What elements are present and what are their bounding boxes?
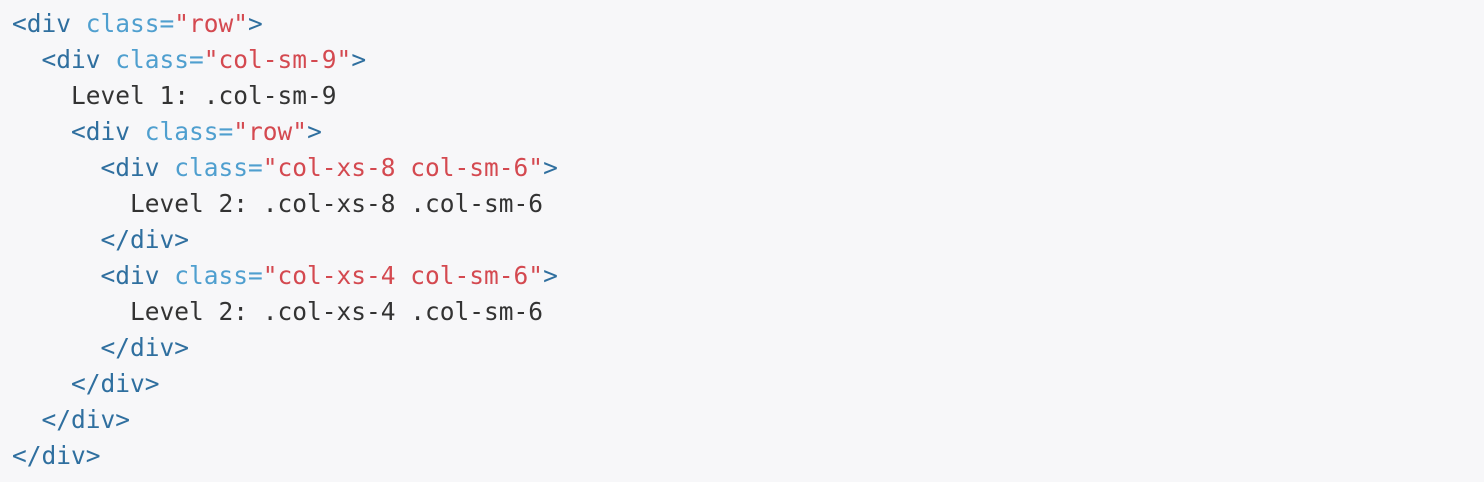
code-tag-token: <div (12, 9, 86, 38)
code-string-token: "row" (174, 9, 249, 38)
code-string-token: "col-sm-9" (203, 45, 352, 74)
code-line: Level 2: .col-xs-4 .col-sm-6 (12, 294, 1484, 330)
code-tag-token: > (543, 153, 558, 182)
code-tag-token: <div (41, 45, 116, 74)
code-tag-token: </div> (100, 333, 190, 362)
code-text-token: Level 1: .col-sm-9 (71, 81, 337, 110)
code-tag-token: > (248, 9, 263, 38)
code-line: Level 2: .col-xs-8 .col-sm-6 (12, 186, 1484, 222)
code-tag-token: <div (100, 261, 175, 290)
code-line: Level 1: .col-sm-9 (12, 78, 1484, 114)
code-snippet: <div class="row"> <div class="col-sm-9">… (0, 0, 1484, 482)
code-line: </div> (12, 438, 1484, 474)
code-tag-token: </div> (100, 225, 190, 254)
code-attribute-token: class= (174, 153, 263, 182)
code-text-token: Level 2: .col-xs-8 .col-sm-6 (130, 189, 544, 218)
code-tag-token: > (351, 45, 367, 74)
code-line: </div> (12, 402, 1484, 438)
code-attribute-token: class= (144, 117, 234, 146)
code-string-token: "col-xs-4 col-sm-6" (262, 261, 544, 290)
code-attribute-token: class= (85, 9, 175, 38)
code-line: <div class="col-xs-8 col-sm-6"> (12, 150, 1484, 186)
code-tag-token: </div> (71, 369, 160, 398)
code-tag-token: </div> (41, 405, 131, 434)
code-tag-token: </div> (12, 441, 101, 470)
code-tag-token: <div (100, 153, 175, 182)
code-tag-token: > (307, 117, 322, 146)
code-line: <div class="col-xs-4 col-sm-6"> (12, 258, 1484, 294)
code-attribute-token: class= (115, 45, 204, 74)
code-tag-token: > (543, 261, 558, 290)
code-line: <div class="col-sm-9"> (12, 42, 1484, 78)
code-line: </div> (12, 366, 1484, 402)
code-tag-token: <div (71, 117, 145, 146)
code-text-token: Level 2: .col-xs-4 .col-sm-6 (130, 297, 544, 326)
code-line: </div> (12, 330, 1484, 366)
code-string-token: "col-xs-8 col-sm-6" (262, 153, 544, 182)
code-line: <div class="row"> (12, 6, 1484, 42)
code-attribute-token: class= (174, 261, 263, 290)
code-line: <div class="row"> (12, 114, 1484, 150)
code-string-token: "row" (233, 117, 308, 146)
code-line: </div> (12, 222, 1484, 258)
